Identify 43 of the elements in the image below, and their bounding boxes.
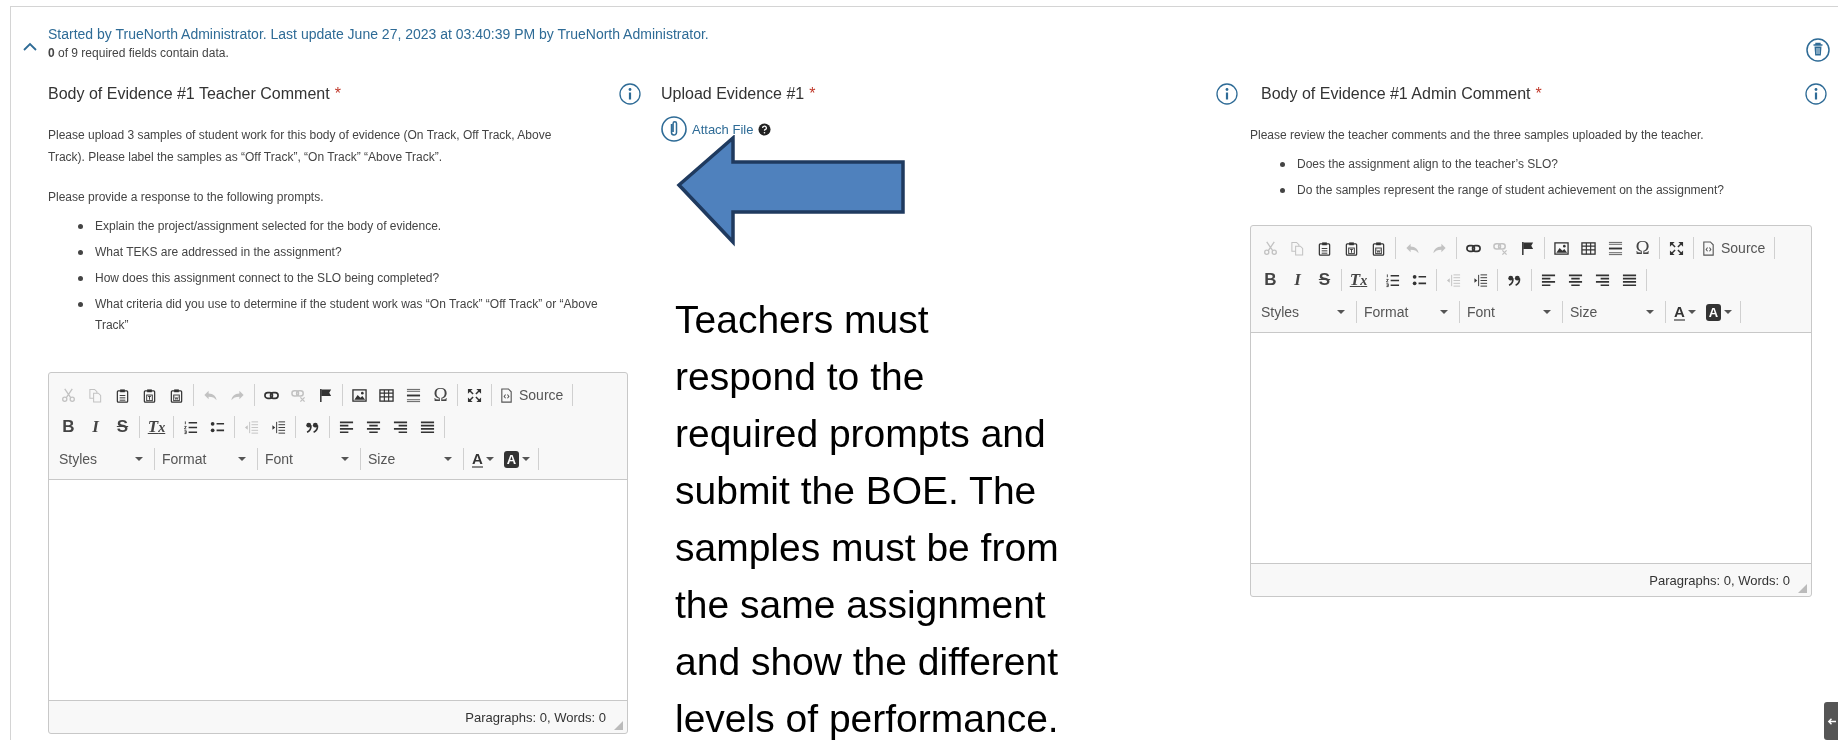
font-dropdown[interactable]: Font: [1463, 300, 1559, 324]
background-color-button[interactable]: A: [498, 447, 536, 471]
status-line: Started by TrueNorth Administrator. Last update June 27, 2023 at 03:40:39 PM by TrueNorth Administrator.: [48, 25, 710, 44]
required-mark: *: [334, 85, 341, 103]
format-dropdown[interactable]: Format: [158, 447, 254, 471]
background-color-button[interactable]: A: [1700, 300, 1738, 324]
source-button[interactable]: Source: [1697, 236, 1772, 260]
annotation-text: Teachers must respond to the required prompts and submit the BOE. The samples must be from the same assignment and show the different levels of performance.: [675, 297, 1059, 740]
word-count: Paragraphs: 0, Words: 0: [465, 709, 606, 725]
prompt-text: Do the samples represent the range of student achievement on the assignment?: [1297, 182, 1724, 199]
strikethrough-button[interactable]: S: [109, 415, 136, 439]
size-dropdown[interactable]: Size: [364, 447, 460, 471]
styles-dropdown[interactable]: Styles: [1257, 300, 1353, 324]
prompt-text: Does the assignment align to the teacher’s SLO?: [1297, 156, 1559, 173]
format-dropdown[interactable]: Format: [1360, 300, 1456, 324]
required-mark: *: [1535, 85, 1542, 103]
section-title: Upload Evidence #1: [661, 85, 805, 103]
prompt-text: How does this assignment connect to the SLO being completed?: [95, 270, 440, 287]
bold-button[interactable]: B: [1257, 268, 1284, 292]
attach-file-link[interactable]: Attach File: [692, 121, 754, 137]
special-character-button[interactable]: Ω: [1629, 236, 1656, 260]
font-dropdown[interactable]: Font: [261, 447, 357, 471]
word-count: Paragraphs: 0, Words: 0: [1649, 572, 1790, 588]
strikethrough-button[interactable]: S: [1311, 268, 1338, 292]
special-character-button[interactable]: Ω: [427, 383, 454, 407]
prompt-text: Explain the project/assignment selected for the body of evidence.: [95, 218, 442, 235]
section-title: Body of Evidence #1 Teacher Comment: [48, 85, 330, 103]
styles-dropdown[interactable]: Styles: [55, 447, 151, 471]
text-color-button[interactable]: A: [1669, 300, 1701, 324]
instructions-text: Please provide a response to the following prompts.: [48, 189, 325, 206]
fields-summary: 0 of 9 required fields contain data.: [48, 45, 230, 62]
prompt-text: What TEKS are addressed in the assignment?: [95, 244, 342, 261]
instructions-text: Please upload 3 samples of student work for this body of evidence (On Track, Off Track, Above Track). Please label the samples as “Off Track”, “On Track” “Above Track”.: [48, 127, 553, 166]
instructions-text: Please review the teacher comments and the three samples uploaded by the teacher.: [1250, 127, 1705, 144]
text-color-button[interactable]: A: [467, 447, 499, 471]
bold-button[interactable]: B: [55, 415, 82, 439]
required-mark: *: [809, 85, 816, 103]
size-dropdown[interactable]: Size: [1566, 300, 1662, 324]
italic-button[interactable]: I: [1284, 268, 1311, 292]
prompt-text: What criteria did you use to determine if the student work was “On Track” “Off Track” or “Above Track”: [95, 296, 598, 334]
italic-button[interactable]: I: [82, 415, 109, 439]
section-title: Body of Evidence #1 Admin Comment: [1261, 85, 1531, 103]
source-button[interactable]: Source: [495, 383, 570, 407]
